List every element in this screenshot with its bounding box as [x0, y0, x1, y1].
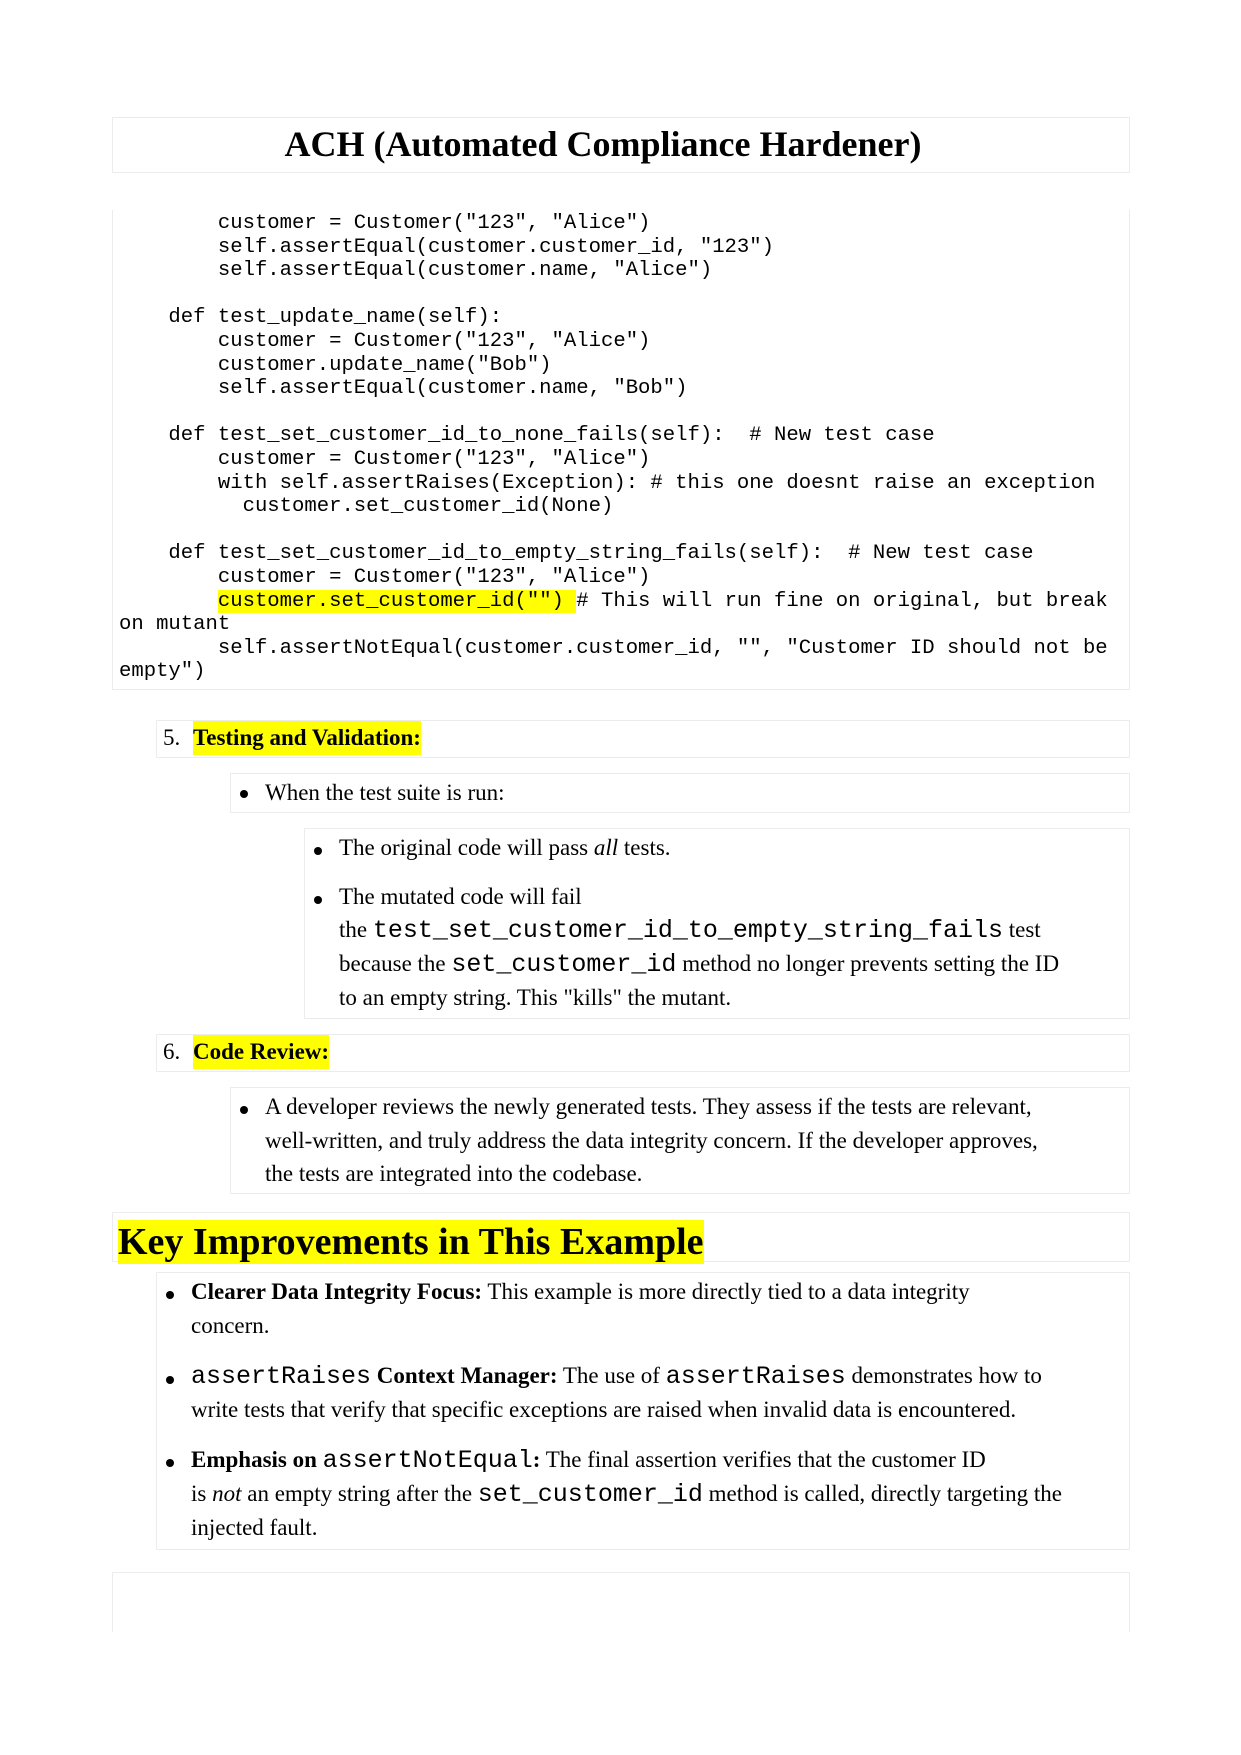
key-item-3-text3: method is called, directly targeting the: [702, 1481, 1063, 1506]
key-item-2-text: The use of: [557, 1363, 666, 1388]
bullet-icon: [240, 790, 248, 798]
key-item-2-line2: write tests that verify that specific ex…: [191, 1397, 1017, 1422]
sub2-the: the: [339, 917, 373, 942]
code-before: customer = Customer("123", "Alice") self…: [168, 212, 1096, 589]
key-item-2-title: Context Manager:: [371, 1363, 558, 1388]
key-item-1-text: This example is more directly tied to a …: [482, 1279, 970, 1304]
sub-bullet-mutated-line2: the test_set_customer_id_to_empty_string…: [339, 913, 1041, 948]
step-6-bullet-row: A developer reviews the newly generated …: [230, 1087, 1130, 1194]
step-6-line1: A developer reviews the newly generated …: [265, 1094, 1032, 1119]
key-item-3-title: Emphasis on: [191, 1447, 323, 1472]
sub-bullet-mutated-line1: The mutated code will fail: [339, 884, 582, 909]
step-5-row: 5. Testing and Validation:: [156, 720, 1130, 758]
step-6-row: 6. Code Review:: [156, 1034, 1130, 1072]
key-item-2-line1: assertRaises Context Manager: The use of…: [191, 1359, 1042, 1394]
code-highlight: customer.set_customer_id(""): [217, 589, 577, 613]
key-item-3-line3: injected fault.: [191, 1515, 318, 1540]
key-item-2-code: assertRaises: [191, 1362, 372, 1391]
method-name-code: set_customer_id: [451, 950, 677, 979]
step-5-number: 5.: [163, 725, 181, 750]
bullet-icon: [314, 847, 322, 855]
key-item-2-code2: assertRaises: [665, 1362, 846, 1391]
sub1-emphasis: all: [593, 835, 619, 860]
key-item-3-emphasis: not: [212, 1481, 242, 1506]
test-name-code: test_set_customer_id_to_empty_string_fai…: [372, 916, 1003, 945]
bullet-icon: [314, 896, 322, 904]
key-improvements-list: Clearer Data Integrity Focus: This examp…: [156, 1272, 1130, 1550]
sub-bullet-original: The original code will pass all tests.: [339, 831, 671, 865]
step-5-bullet-row: When the test suite is run:: [230, 773, 1130, 813]
code-block: customer = Customer("123", "Alice") self…: [112, 210, 1130, 690]
title-container: ACH (Automated Compliance Hardener): [112, 117, 1130, 173]
key-improvements-heading: Key Improvements in This Example: [118, 1220, 704, 1264]
key-item-3-line2: is not an empty string after the set_cus…: [191, 1477, 1062, 1512]
key-item-1-line1: Clearer Data Integrity Focus: This examp…: [191, 1275, 970, 1309]
bullet-icon: [166, 1376, 174, 1384]
step-6-heading: Code Review:: [193, 1035, 330, 1069]
key-item-2-text2: demonstrates how to: [845, 1363, 1042, 1388]
sub1-text-end: tests.: [618, 835, 671, 860]
step-5-heading: Testing and Validation:: [193, 721, 421, 755]
bullet-icon: [166, 1291, 174, 1299]
step-6-line2: well-written, and truly address the data…: [265, 1128, 1038, 1153]
key-item-3-code2: set_customer_id: [477, 1480, 703, 1509]
key-item-3-code: assertNotEqual: [322, 1446, 533, 1475]
key-item-3-line1: Emphasis on assertNotEqual: The final as…: [191, 1443, 986, 1478]
bullet-icon: [166, 1459, 174, 1467]
step-5-subbullets: The original code will pass all tests. T…: [304, 828, 1130, 1019]
document-title: ACH (Automated Compliance Hardener): [284, 124, 922, 164]
step-5-bullet: When the test suite is run:: [265, 780, 505, 805]
key-item-1-line2: concern.: [191, 1313, 270, 1338]
step-6-line3: the tests are integrated into the codeba…: [265, 1161, 643, 1186]
bullet-icon: [240, 1106, 248, 1114]
sub2-because: because the: [339, 951, 452, 976]
sub-bullet-mutated-line4: to an empty string. This "kills" the mut…: [339, 985, 732, 1010]
sub2-test: test: [1002, 917, 1041, 942]
sub2-rest: method no longer prevents setting the ID: [676, 951, 1060, 976]
key-item-3-is: is: [191, 1481, 213, 1506]
next-section-box: [112, 1572, 1130, 1632]
code-listing: customer = Customer("123", "Alice") self…: [119, 212, 1108, 684]
sub1-text: The original code will pass: [339, 835, 594, 860]
key-item-3-text2: an empty string after the: [241, 1481, 478, 1506]
sub-bullet-mutated-line3: because the set_customer_id method no lo…: [339, 947, 1059, 982]
key-item-1-title: Clearer Data Integrity Focus:: [191, 1279, 483, 1304]
key-item-3-text: The final assertion verifies that the cu…: [540, 1447, 986, 1472]
step-6-number: 6.: [163, 1039, 181, 1064]
